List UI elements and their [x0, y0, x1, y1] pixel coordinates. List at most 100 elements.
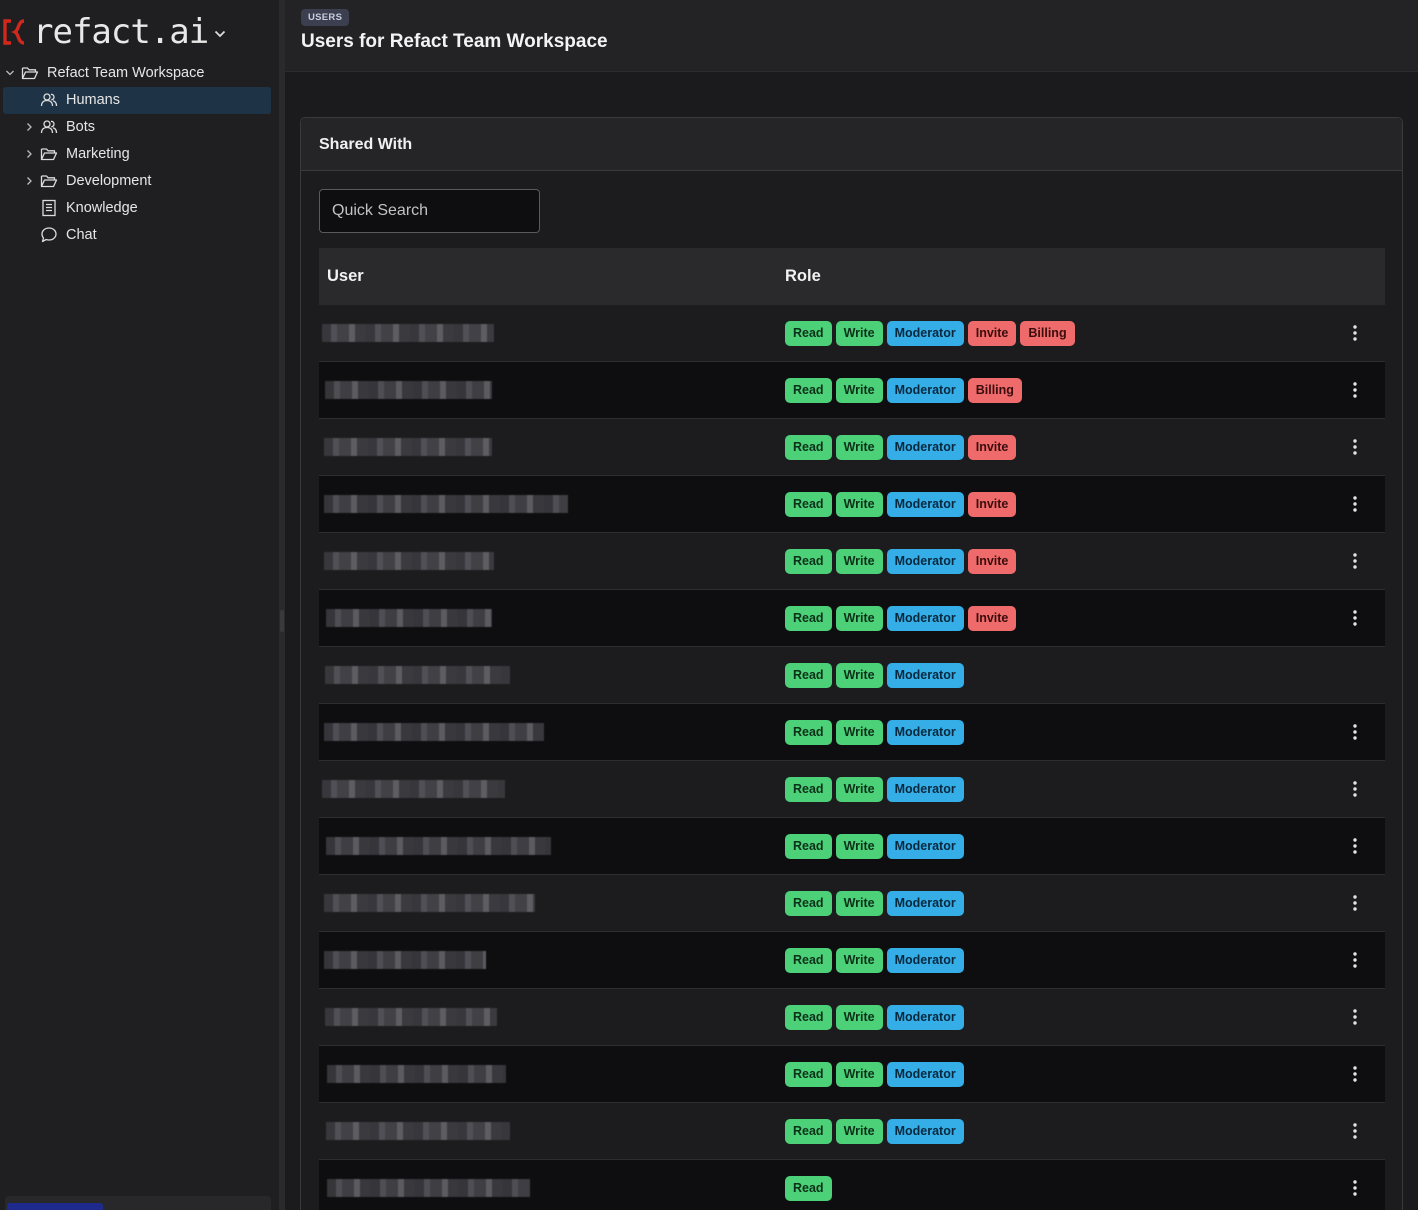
role-badge-moderator: Moderator	[886, 663, 964, 688]
more-options-icon[interactable]	[1345, 1120, 1365, 1142]
chevron-down-icon[interactable]	[214, 25, 226, 43]
role-badge-read: Read	[785, 834, 832, 859]
more-options-icon[interactable]	[1345, 835, 1365, 857]
table-row[interactable]: Read Write Moderator	[319, 818, 1385, 875]
role-badges: Read Write Moderator	[785, 1119, 964, 1144]
role-badge-moderator: Moderator	[886, 777, 964, 802]
role-badge-write: Write	[835, 948, 883, 973]
column-header-user[interactable]: User	[327, 267, 364, 286]
role-badge-write: Write	[835, 321, 883, 346]
sidebar-item-chat[interactable]: Chat	[0, 222, 279, 249]
role-badge-write: Write	[835, 492, 883, 517]
role-badges: Read Write Moderator	[785, 663, 964, 688]
table-row[interactable]: Read Write Moderator	[319, 875, 1385, 932]
role-badges: Read Write Moderator	[785, 1005, 964, 1030]
column-header-role[interactable]: Role	[785, 267, 821, 286]
more-options-icon[interactable]	[1345, 436, 1365, 458]
table-body: Read Write Moderator Invite Billing Read Write…	[319, 305, 1385, 1210]
chevron-right-icon[interactable]	[23, 175, 35, 187]
sidebar-item-bots[interactable]: Bots	[0, 114, 279, 141]
table-row[interactable]: Read Write Moderator	[319, 761, 1385, 818]
role-badge-write: Write	[835, 834, 883, 859]
more-options-icon[interactable]	[1345, 322, 1365, 344]
table-row[interactable]: Read Write Moderator	[319, 1103, 1385, 1160]
page-title: Users for Refact Team Workspace	[301, 31, 608, 52]
more-options-icon[interactable]	[1345, 778, 1365, 800]
more-options-icon[interactable]	[1345, 607, 1365, 629]
role-badge-moderator: Moderator	[886, 321, 964, 346]
table-row[interactable]: Read	[319, 1160, 1385, 1210]
table-row[interactable]: Read Write Moderator Invite	[319, 419, 1385, 476]
role-badge-invite: Invite	[967, 492, 1017, 517]
role-badges: Read Write Moderator	[785, 777, 964, 802]
more-options-icon[interactable]	[1345, 892, 1365, 914]
card-title: Shared With	[319, 136, 413, 153]
table-row[interactable]: Read Write Moderator	[319, 704, 1385, 761]
resize-grip[interactable]	[280, 610, 284, 632]
more-options-icon[interactable]	[1345, 949, 1365, 971]
more-options-icon[interactable]	[1345, 493, 1365, 515]
table-row[interactable]: Read Write Moderator	[319, 932, 1385, 989]
table-row[interactable]: Read Write Moderator Invite	[319, 590, 1385, 647]
logo[interactable]: refact.ai	[0, 10, 226, 54]
folder-open-icon	[40, 172, 58, 190]
sidebar-item-humans[interactable]: Humans	[3, 87, 271, 114]
redacted-user-name	[322, 780, 505, 798]
search-input[interactable]	[319, 189, 540, 233]
table-row[interactable]: Read Write Moderator Billing	[319, 362, 1385, 419]
more-options-icon[interactable]	[1345, 1006, 1365, 1028]
table-row[interactable]: Read Write Moderator	[319, 1046, 1385, 1103]
role-badge-moderator: Moderator	[886, 492, 964, 517]
role-badge-write: Write	[835, 378, 883, 403]
role-badges: Read Write Moderator Billing	[785, 378, 1022, 403]
more-options-icon[interactable]	[1345, 1177, 1365, 1199]
sidebar-item-label: Knowledge	[66, 200, 138, 216]
more-options-icon[interactable]	[1345, 1063, 1365, 1085]
role-badge-read: Read	[785, 378, 832, 403]
sidebar-item-refact-team-workspace[interactable]: Refact Team Workspace	[0, 60, 279, 87]
redacted-user-name	[325, 666, 510, 684]
table-row[interactable]: Read Write Moderator Invite Billing	[319, 305, 1385, 362]
chevron-down-icon[interactable]	[4, 67, 16, 79]
table-row[interactable]: Read Write Moderator Invite	[319, 533, 1385, 590]
users-icon	[40, 91, 58, 109]
role-badge-read: Read	[785, 663, 832, 688]
sidebar-item-development[interactable]: Development	[0, 168, 279, 195]
role-badge-read: Read	[785, 777, 832, 802]
more-options-icon[interactable]	[1345, 379, 1365, 401]
table-row[interactable]: Read Write Moderator Invite	[319, 476, 1385, 533]
redacted-user-name	[325, 1008, 497, 1026]
role-badges: Read Write Moderator Invite	[785, 606, 1017, 631]
role-badge-moderator: Moderator	[886, 948, 964, 973]
role-badges: Read Write Moderator Invite	[785, 435, 1017, 460]
redacted-user-name	[327, 1179, 530, 1197]
sidebar-item-label: Refact Team Workspace	[47, 65, 205, 81]
chevron-right-icon[interactable]	[23, 121, 35, 133]
sidebar-item-label: Chat	[66, 227, 97, 243]
role-badge-write: Write	[835, 720, 883, 745]
shared-with-card: Shared With User Role ReadWriteModerator…	[300, 117, 1403, 1210]
table-row[interactable]: Read Write Moderator	[319, 989, 1385, 1046]
more-options-icon[interactable]	[1345, 721, 1365, 743]
sidebar-item-knowledge[interactable]: Knowledge	[0, 195, 279, 222]
role-badge-write: Write	[835, 1062, 883, 1087]
redacted-user-name	[324, 495, 568, 513]
redacted-user-name	[324, 552, 494, 570]
role-badge-write: Write	[835, 1005, 883, 1030]
sidebar-item-marketing[interactable]: Marketing	[0, 141, 279, 168]
more-options-icon[interactable]	[1345, 550, 1365, 572]
role-badge-invite: Invite	[967, 549, 1017, 574]
role-badges: Read Write Moderator Invite	[785, 492, 1017, 517]
role-badges: Read	[785, 1176, 832, 1201]
role-badge-moderator: Moderator	[886, 1005, 964, 1030]
role-badge-read: Read	[785, 321, 832, 346]
logo-text: refact.ai	[33, 12, 209, 52]
card-header: Shared With	[301, 118, 1402, 171]
role-badges: Read Write Moderator Invite Billing	[785, 321, 1075, 346]
document-icon	[40, 199, 58, 217]
chevron-right-icon[interactable]	[23, 148, 35, 160]
redacted-user-name	[324, 951, 486, 969]
sidebar: refact.ai Refact Team Workspace Humans Bot…	[0, 0, 279, 1210]
table-row[interactable]: Read Write Moderator	[319, 647, 1385, 704]
sidebar-resize-handle[interactable]	[279, 0, 285, 1210]
